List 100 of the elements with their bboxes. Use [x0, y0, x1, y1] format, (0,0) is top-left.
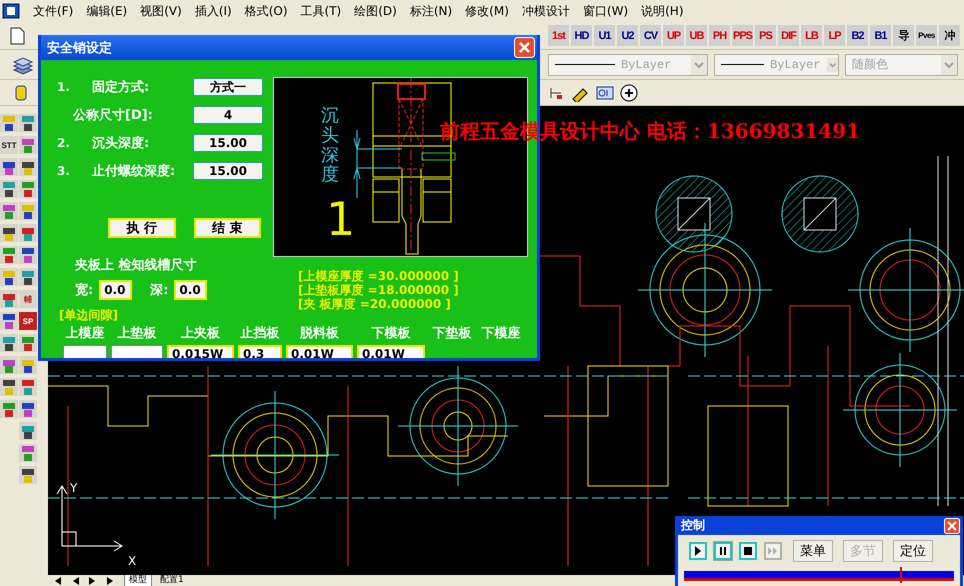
input-field[interactable] — [111, 345, 163, 358]
toolbar-button[interactable]: CV — [640, 25, 661, 46]
toolbar-button[interactable]: B1 — [870, 25, 891, 46]
input-field[interactable]: 0.01W — [286, 345, 353, 358]
tool-icon[interactable] — [0, 114, 18, 132]
execute-button[interactable]: 执 行 — [108, 218, 176, 238]
thickness-text: [夹 板厚度 =20.000000 ] — [298, 297, 452, 311]
menu-item[interactable]: 修改(M) — [465, 2, 509, 20]
layout-tab[interactable]: 模型 — [124, 574, 152, 586]
tool-icon[interactable] — [0, 400, 18, 418]
menu-item[interactable]: 窗口(W) — [582, 2, 628, 20]
value-button[interactable]: 方式一 — [193, 78, 263, 96]
input-field[interactable]: 0.015W — [167, 345, 234, 358]
tool-icon[interactable] — [19, 356, 37, 374]
tool-button[interactable]: STT — [0, 136, 18, 154]
field-label: 沉头深度: — [92, 134, 150, 152]
plate-label: 下垫板 — [432, 325, 472, 342]
tool-icon[interactable] — [19, 202, 37, 220]
tool-icon[interactable] — [19, 158, 37, 176]
toolbar-button[interactable]: Pves — [916, 25, 937, 46]
tool-icon[interactable] — [0, 224, 18, 242]
pause-icon[interactable] — [714, 542, 732, 560]
tool-icon[interactable] — [0, 246, 18, 264]
tool-icon[interactable] — [19, 136, 37, 154]
dimension-label: 沉头深度 — [321, 106, 339, 186]
play-icon[interactable] — [689, 542, 707, 560]
menu-item[interactable]: 标注(N) — [410, 2, 452, 20]
tool-icon[interactable] — [19, 334, 37, 352]
app-icon[interactable] — [2, 3, 20, 19]
control-button[interactable]: 定位 — [893, 540, 933, 562]
tool-icon[interactable] — [0, 158, 18, 176]
tool-icon[interactable] — [19, 224, 37, 242]
input-field[interactable]: 0.0 — [99, 280, 132, 300]
tool-icon[interactable] — [19, 246, 37, 264]
axis-label: Y — [70, 481, 78, 495]
tolerance-icon[interactable] — [596, 86, 614, 100]
value-button[interactable]: 15.00 — [193, 162, 263, 180]
tool-icon[interactable] — [0, 290, 18, 308]
tool-icon[interactable] — [19, 378, 37, 396]
menu-item[interactable]: 文件(F) — [33, 2, 74, 20]
toolbar-button[interactable]: HD — [571, 25, 592, 46]
toolbar-button[interactable]: 导 — [893, 25, 914, 46]
dropdown-value: ByLayer — [770, 58, 821, 72]
menu-item[interactable]: 格式(O) — [244, 2, 288, 20]
input-field[interactable]: 0.0 — [174, 280, 208, 300]
tool-icon[interactable] — [19, 114, 37, 132]
plate-label: 止挡板 — [240, 325, 280, 342]
toolbar-button[interactable]: 冲 — [939, 25, 960, 46]
tool-icon[interactable] — [19, 180, 37, 198]
tool-icon[interactable] — [19, 268, 37, 286]
field-label: 公称尺寸[D]: — [72, 107, 154, 124]
toolbar-button[interactable]: U2 — [617, 25, 638, 46]
menu-item[interactable]: 视图(V) — [140, 2, 182, 20]
field-label: 深: — [150, 282, 168, 299]
stop-icon[interactable] — [739, 542, 757, 560]
tool-icon[interactable] — [0, 378, 18, 396]
plate-label: 上垫板 — [118, 325, 156, 342]
tool-icon[interactable] — [19, 466, 37, 484]
section-title: 夹板上 检知线槽尺寸 — [75, 257, 198, 274]
section-title: [单边间隙] — [59, 307, 119, 324]
plate-label: 上模座 — [66, 324, 104, 342]
tool-icon[interactable] — [19, 444, 37, 462]
center-mark-icon[interactable] — [620, 84, 638, 102]
plate-label: 上夹板 — [181, 325, 220, 342]
menu-item[interactable]: 说明(H) — [641, 2, 684, 20]
menu-item[interactable]: 绘图(D) — [354, 2, 397, 20]
field-number: 2. — [57, 136, 71, 150]
close-icon[interactable] — [514, 37, 535, 58]
menu-item[interactable]: 插入(I) — [194, 2, 232, 20]
tool-icon[interactable] — [0, 356, 18, 374]
tool-icon[interactable] — [19, 422, 37, 440]
field-number: 3. — [57, 164, 71, 178]
tool-icon[interactable] — [0, 268, 18, 286]
control-button[interactable]: 菜单 — [793, 540, 833, 562]
value-button[interactable]: 15.00 — [193, 134, 263, 152]
layers-icon[interactable] — [12, 54, 34, 74]
end-button[interactable]: 结 束 — [194, 218, 261, 238]
toolbar-button[interactable]: B2 — [847, 25, 868, 46]
input-field[interactable]: 0.01W — [357, 345, 425, 358]
menu-item[interactable]: 编辑(E) — [86, 2, 128, 20]
input-field[interactable] — [63, 345, 107, 358]
toolbar-button[interactable]: U1 — [594, 25, 615, 46]
menu-item[interactable]: 冲模设计 — [522, 2, 570, 20]
progress-marker[interactable] — [900, 567, 902, 583]
menu-item[interactable]: 工具(T) — [300, 2, 342, 20]
field-number: 1. — [57, 80, 71, 94]
tool-icon[interactable] — [0, 202, 18, 220]
tool-button[interactable]: 輔 — [19, 290, 37, 308]
tool-icon[interactable] — [0, 334, 18, 352]
dropdown-value: ByLayer — [621, 58, 672, 72]
input-field[interactable]: 0.3 — [238, 345, 282, 358]
value-button[interactable]: 4 — [193, 106, 263, 124]
plate-label: 下模座 — [482, 324, 520, 342]
close-icon[interactable] — [944, 518, 960, 534]
new-file-icon[interactable] — [8, 26, 26, 44]
tool-icon[interactable] — [0, 180, 18, 198]
plate-label: 下模板 — [372, 325, 410, 342]
tool-button[interactable]: SP — [19, 312, 37, 330]
tool-icon[interactable] — [0, 312, 18, 330]
tool-icon[interactable] — [19, 400, 37, 418]
